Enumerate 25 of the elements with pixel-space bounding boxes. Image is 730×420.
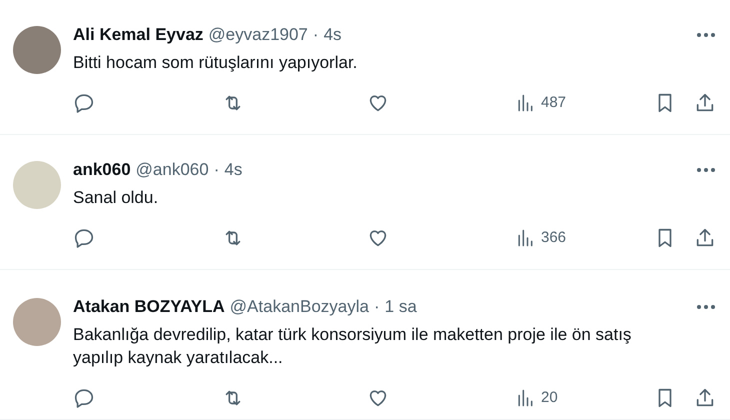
author-name[interactable]: Ali Kemal Eyvaz xyxy=(73,24,204,46)
tweet-text: Bitti hocam som rütuşlarını yapıyorlar. xyxy=(73,52,358,74)
view-count[interactable]: 366 xyxy=(541,227,566,250)
reply-icon[interactable] xyxy=(73,227,95,250)
tweet-text: Bakanlığa devredilip, katar türk konsorsiyum ile maketten proje ile ön satış yapılıp kaynak yaratılacak... xyxy=(73,324,632,369)
more-icon[interactable] xyxy=(696,304,716,310)
view-count[interactable]: 487 xyxy=(541,92,566,114)
author-handle[interactable]: @ank060 xyxy=(136,159,209,181)
author-name[interactable]: Atakan BOZYAYLA xyxy=(73,296,225,318)
reply-icon[interactable] xyxy=(73,387,95,410)
view-count[interactable]: 20 xyxy=(541,387,558,410)
timestamp[interactable]: 1 sa xyxy=(384,296,417,318)
author-name[interactable]: ank060 xyxy=(73,159,131,181)
author-handle[interactable]: @AtakanBozyayla xyxy=(230,296,369,318)
tweet-text: Sanal oldu. xyxy=(73,187,160,209)
more-icon[interactable] xyxy=(696,32,716,38)
timestamp[interactable]: 4s xyxy=(224,159,242,181)
more-icon[interactable] xyxy=(696,167,716,173)
separator-dot: · xyxy=(312,24,319,46)
separator-dot: · xyxy=(214,159,220,181)
separator-dot: · xyxy=(374,296,380,318)
author-handle[interactable]: @eyvaz1907 xyxy=(208,24,308,46)
timestamp[interactable]: 4s xyxy=(324,24,342,46)
avatar[interactable] xyxy=(13,26,61,74)
reply-icon[interactable] xyxy=(73,92,95,114)
